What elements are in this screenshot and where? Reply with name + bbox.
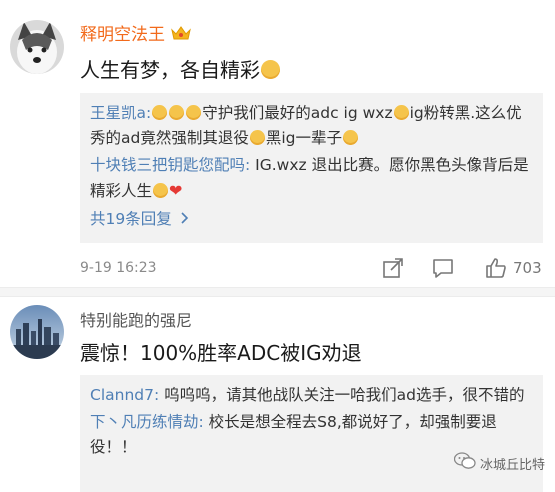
share-icon[interactable] <box>382 257 404 279</box>
crying-emoji-icon <box>169 105 185 120</box>
reply-item: 王星凯a: 守护我们最好的adc ig wxz ig粉转黑.这么优秀的ad竟然强制其… <box>90 104 522 147</box>
more-replies-link[interactable]: 共19条回复 <box>90 206 533 232</box>
smile-emoji-icon <box>343 130 358 145</box>
comment-text: 震惊！100%胜率ADC被IG劝退 <box>80 341 362 365</box>
heart-icon: ❤ <box>169 181 183 200</box>
comment-divider <box>0 287 555 297</box>
watermark: 冰城丘比特 <box>453 452 545 474</box>
thumbs-up-icon[interactable] <box>485 257 507 279</box>
comment-text: 人生有梦，各自精彩 <box>80 54 281 83</box>
smile-emoji-icon <box>261 60 280 79</box>
reply-item: 十块钱三把钥匙您配吗: IG.wxz 退出比赛。愿你黑色头像背后是精彩人生 ❤ <box>90 156 529 200</box>
reply-user[interactable]: 下丶凡历练情劫: <box>90 413 204 431</box>
chevron-right-icon <box>181 206 189 232</box>
comment-author[interactable]: 释明空法王 <box>80 20 191 45</box>
reply-user[interactable]: Clannd7: <box>90 386 159 404</box>
comment-meta: 9-19 16:23 703 <box>80 255 545 285</box>
like-count: 703 <box>513 259 542 277</box>
crown-icon <box>171 25 191 41</box>
comment-icon[interactable] <box>432 257 454 279</box>
reply-item: Clannd7: 呜呜呜，请其他战队关注一哈我们ad选手，很不错的 <box>90 386 525 404</box>
author-name[interactable]: 释明空法王 <box>80 25 165 45</box>
comment-author[interactable]: 特别能跑的强尼 <box>80 307 192 331</box>
reply-box: 王星凯a: 守护我们最好的adc ig wxz ig粉转黑.这么优秀的ad竟然强制其… <box>80 93 543 243</box>
timestamp: 9-19 16:23 <box>80 260 157 276</box>
wechat-icon <box>453 452 476 474</box>
avatar-husky[interactable] <box>10 20 64 74</box>
crying-emoji-icon <box>249 130 265 145</box>
smile-emoji-icon <box>153 183 169 198</box>
comment-1: 释明空法王 人生有梦，各自精彩 王星凯a: 守护我们最好的adc ig wxz ig… <box>0 0 555 285</box>
reply-box: Clannd7: 呜呜呜，请其他战队关注一哈我们ad选手，很不错的 下丶凡历练情… <box>80 375 543 492</box>
reply-user[interactable]: 王星凯a: <box>90 104 151 122</box>
crying-emoji-icon <box>393 105 409 120</box>
avatar-city-skyline[interactable] <box>10 305 64 359</box>
reply-user[interactable]: 十块钱三把钥匙您配吗: <box>90 156 250 174</box>
author-name[interactable]: 特别能跑的强尼 <box>80 311 192 330</box>
crying-emoji-icon <box>152 105 168 120</box>
crying-emoji-icon <box>186 105 202 120</box>
